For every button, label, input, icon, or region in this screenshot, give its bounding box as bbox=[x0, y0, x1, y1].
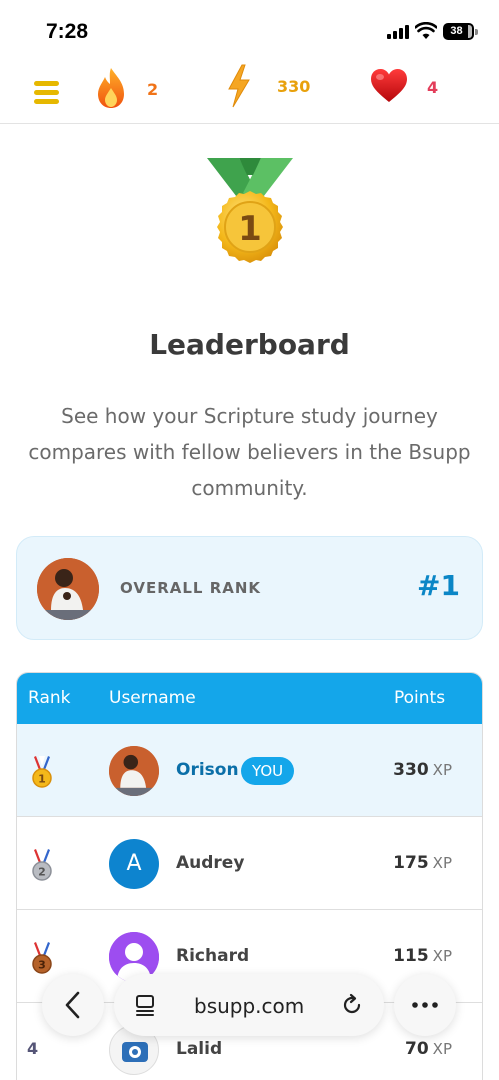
gold-medal-icon: 1 bbox=[207, 158, 293, 263]
points-value: 70 bbox=[405, 1039, 429, 1059]
rank-number: 1 bbox=[38, 773, 46, 786]
chevron-left-icon bbox=[65, 991, 80, 1019]
points-unit: XP bbox=[432, 761, 452, 779]
hamburger-menu-icon[interactable] bbox=[34, 81, 59, 105]
overall-rank-card: OVERALL RANK #1 bbox=[16, 536, 483, 640]
silver-medal-icon: 2 bbox=[32, 849, 52, 881]
page-subtitle: See how your Scripture study journey com… bbox=[28, 404, 471, 500]
points-value: 175 bbox=[393, 853, 429, 873]
address-bar[interactable]: bsupp.com bbox=[114, 974, 384, 1036]
streak-value: 2 bbox=[147, 80, 159, 99]
page-menu-icon[interactable] bbox=[134, 994, 156, 1016]
more-options-button[interactable] bbox=[394, 974, 456, 1036]
overall-rank-label: OVERALL RANK bbox=[120, 579, 262, 597]
hero-medal-number: 1 bbox=[238, 209, 262, 249]
rank-number: 2 bbox=[38, 866, 46, 879]
points-value: 330 bbox=[393, 760, 429, 780]
avatar bbox=[37, 558, 99, 620]
heart-icon bbox=[371, 69, 407, 102]
table-header: Rank Username Points bbox=[17, 673, 482, 724]
browser-toolbar: bsupp.com bbox=[0, 972, 499, 1040]
table-row[interactable]: 2 A Audrey 175 XP bbox=[17, 817, 482, 910]
flame-icon bbox=[98, 68, 124, 108]
streak-counter[interactable]: 2 bbox=[96, 62, 166, 124]
lives-counter[interactable]: 4 bbox=[370, 62, 450, 124]
cellular-signal-icon bbox=[387, 25, 409, 39]
status-bar: 7:28 38 bbox=[0, 0, 499, 62]
rank-number: 4 bbox=[27, 1039, 39, 1058]
username: Lalid bbox=[176, 1039, 223, 1059]
top-app-bar: 2 330 4 bbox=[0, 62, 499, 124]
reload-icon[interactable] bbox=[340, 993, 364, 1017]
username: Audrey bbox=[176, 853, 245, 873]
status-time: 7:28 bbox=[46, 20, 89, 43]
battery-level: 38 bbox=[450, 25, 463, 37]
url-text: bsupp.com bbox=[194, 994, 305, 1018]
points-unit: XP bbox=[432, 1040, 452, 1058]
page-title: Leaderboard bbox=[149, 328, 350, 361]
username: Richard bbox=[176, 946, 250, 966]
points-cell: 330 XP bbox=[393, 760, 452, 780]
avatar bbox=[109, 746, 159, 796]
username: Orison bbox=[176, 760, 239, 780]
xp-value: 330 bbox=[277, 77, 311, 96]
back-button[interactable] bbox=[42, 974, 104, 1036]
column-header-rank: Rank bbox=[28, 688, 71, 708]
points-unit: XP bbox=[432, 947, 452, 965]
lightning-icon bbox=[228, 64, 250, 108]
avatar: A bbox=[109, 839, 159, 889]
avatar-initial: A bbox=[126, 851, 142, 876]
rank-number: 3 bbox=[38, 959, 46, 972]
points-unit: XP bbox=[432, 854, 452, 872]
battery-icon: 38 bbox=[443, 23, 478, 40]
gold-medal-icon: 1 bbox=[32, 756, 52, 788]
points-cell: 115 XP bbox=[393, 946, 452, 966]
overall-rank-value: #1 bbox=[417, 569, 460, 602]
lives-value: 4 bbox=[427, 78, 439, 97]
points-cell: 70 XP bbox=[405, 1039, 452, 1059]
points-cell: 175 XP bbox=[393, 853, 452, 873]
column-header-points: Points bbox=[394, 688, 446, 708]
ellipsis-icon bbox=[412, 1002, 438, 1008]
wifi-icon bbox=[415, 22, 437, 39]
column-header-username: Username bbox=[109, 688, 196, 708]
xp-counter[interactable]: 330 bbox=[226, 62, 316, 124]
bronze-medal-icon: 3 bbox=[32, 942, 52, 974]
table-row[interactable]: 1 Orison YOU 330 XP bbox=[17, 724, 482, 817]
you-badge: YOU bbox=[241, 757, 295, 785]
points-value: 115 bbox=[393, 946, 429, 966]
